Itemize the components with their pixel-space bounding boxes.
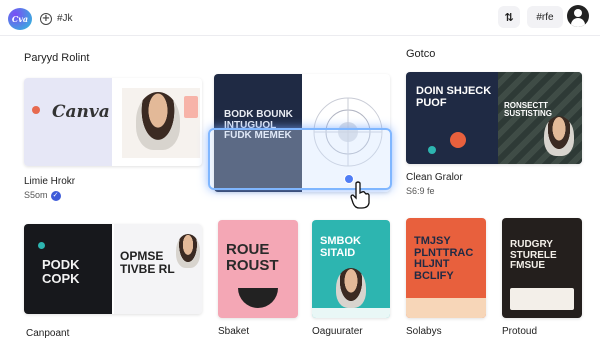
lamp-icon [450,132,466,148]
template-card-6[interactable]: SMBOK SITAID [312,220,390,318]
card-4-caption: Canpoant [26,328,70,338]
card-6-headline: SMBOK SITAID [320,235,361,259]
swap-icon[interactable]: ⇅ [498,6,520,28]
add-button[interactable]: + [40,13,52,25]
card-3-decor-icon [428,146,436,154]
tag-button[interactable]: #rfe [527,6,563,28]
card-3-person [544,116,574,156]
user-icon[interactable] [567,5,589,27]
card-3-headline: DOIN SHJECK PUOF [416,85,492,109]
card-6-person [336,268,366,308]
card-1-accent-block [184,96,198,118]
section-title-right: Gotco [406,48,436,60]
template-card-8[interactable]: RUDGRY STURELE FMSUE [502,218,582,318]
card-1-left-panel [24,78,112,166]
card-8-headline: RUDGRY STURELE FMSUE [510,239,557,271]
topbar-title: #Jk [57,13,73,24]
card-5-headline: ROUE ROUST [226,241,279,274]
hand-cursor-icon [350,181,370,209]
card-1-caption: Limie Hrokr [24,176,76,187]
top-bar: Cva + #Jk ⇅ #rfe [0,0,600,36]
card-8-product-strip [510,288,574,310]
card-6-footer-band [312,308,390,318]
card-3-caption: Clean Gralor [406,172,463,183]
card-5-caption: Sbaket [218,326,250,337]
card-7-caption: Solabys [406,326,442,337]
woman-photo [136,92,180,150]
template-card-1[interactable]: Canva [24,78,202,166]
template-card-3[interactable]: DOIN SHJECK PUOF RONSECTT SUSTISTING [406,72,582,164]
template-card-7[interactable]: TMJSY PLNTTRAC HLJNT BCLIFY [406,218,486,318]
section-title-left: Paryyd Rolint [24,52,90,64]
card-7-footer-band [406,298,486,318]
card-3-sub: S6:9 fe [406,186,435,196]
verified-check-icon: ✓ [50,190,61,201]
template-card-4[interactable]: PODK COPK OPMSE TIVBE RL [24,224,202,314]
template-card-5[interactable]: ROUE ROUST [218,220,298,318]
card-4-person [176,234,200,268]
card-4-decor-icon [38,242,45,249]
card-1-brand: Canva [52,102,110,122]
card-1-sub: S5om ✓ [24,190,61,201]
card-6-caption: Oaguurater [312,326,363,337]
mug-icon [238,288,278,308]
card-7-headline: TMJSY PLNTTRAC HLJNT BCLIFY [414,235,474,282]
card-4-headline: PODK COPK [42,257,80,286]
card-8-caption: Protoud [502,326,538,337]
card-1-decor-icon [32,106,40,114]
canva-logo[interactable]: Cva [8,8,32,30]
card-3-subheadline: RONSECTT SUSTISTING [504,101,553,119]
